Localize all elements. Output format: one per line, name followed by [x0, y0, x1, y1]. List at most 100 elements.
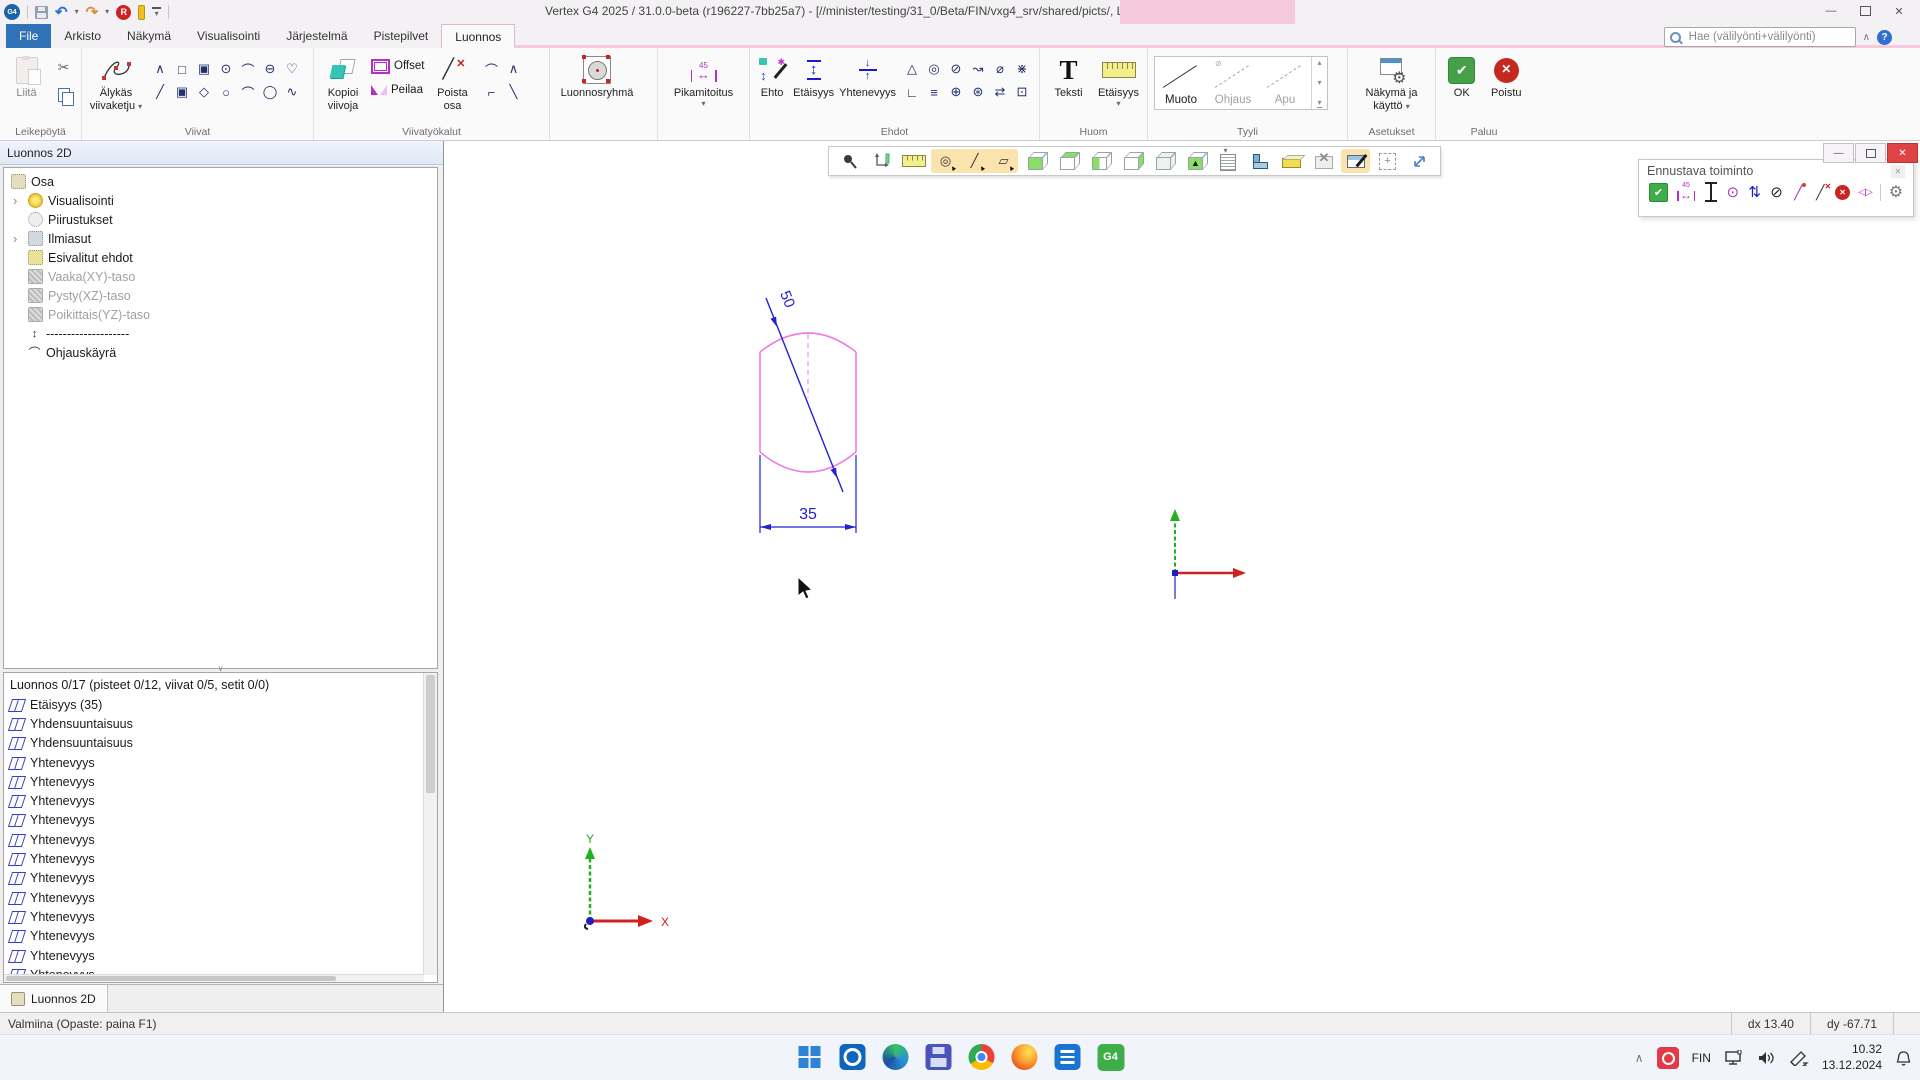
undo-dropdown-icon[interactable]: ▾ [75, 8, 79, 16]
ruler-icon[interactable] [899, 149, 928, 173]
style-guide-item[interactable]: ⊘ Ohjaus [1207, 57, 1259, 109]
view-left-face-icon[interactable] [1085, 149, 1114, 173]
view-settings-button[interactable]: ⚙ Näkymä ja käyttö ▾ [1354, 52, 1429, 112]
tree-item-piirustukset[interactable]: Piirustukset [4, 210, 437, 229]
direction-constraint-icon[interactable]: ↝ [967, 58, 989, 80]
equal-constraint-icon[interactable]: ⇄ [989, 81, 1011, 103]
delete-solid-icon[interactable] [1309, 149, 1338, 173]
language-indicator[interactable]: FIN [1692, 1051, 1711, 1065]
sketch-group-button[interactable]: Luonnosryhmä [556, 52, 638, 100]
arc-3point-icon[interactable]: ⌒ [237, 58, 259, 80]
select-face-icon[interactable]: ▲ [1181, 149, 1210, 173]
solid-slab-icon[interactable] [1277, 149, 1306, 173]
tree-item-visualisointi[interactable]: › Visualisointi [4, 191, 437, 210]
redo-icon[interactable]: ↷ [86, 5, 99, 20]
polygon-icon[interactable]: ◇ [193, 81, 215, 103]
cut-button[interactable]: ✂ [52, 56, 75, 79]
tray-expand-icon[interactable]: ∧ [1635, 1051, 1644, 1065]
constraint-row[interactable]: Yhtenevyys [4, 830, 437, 849]
tangent-constraint-icon[interactable]: ⊘ [945, 58, 967, 80]
style-shape-item[interactable]: Muoto [1155, 57, 1207, 109]
exit-button[interactable]: ✕ Poistu [1487, 52, 1527, 100]
copy-button[interactable] [52, 83, 75, 106]
constraint-row[interactable]: Yhtenevyys [4, 946, 437, 965]
rectangle-center-icon[interactable]: ▣ [171, 81, 193, 103]
predict-stop-icon[interactable]: ✕ [1835, 182, 1850, 202]
offset-button[interactable]: Offset [371, 56, 424, 76]
tree-item-esivalitut-ehdot[interactable]: Esivalitut ehdot [4, 248, 437, 267]
hscroll-thumb[interactable] [6, 976, 336, 981]
fit-view-icon[interactable] [1405, 149, 1434, 173]
scroll-more-icon[interactable]: ▾ [1317, 98, 1321, 108]
view-top-face-icon[interactable] [1053, 149, 1082, 173]
mirror-button[interactable]: Peilaa [371, 80, 424, 100]
tree-item-separator[interactable]: ↕ -------------------- [4, 324, 437, 343]
constraint-row[interactable]: Yhtenevyys [4, 869, 437, 888]
fillet-trim-icon[interactable]: ⌐ [480, 81, 502, 103]
ratio-constraint-icon[interactable]: ⊛ [967, 81, 989, 103]
constraint-row[interactable]: Yhtenevyys [4, 791, 437, 810]
predict-accept-icon[interactable]: ✔ [1649, 182, 1668, 202]
distance-constraint-button[interactable]: ↕ Etäisyys [793, 52, 834, 100]
text-button[interactable]: T Teksti [1046, 52, 1091, 100]
help-icon[interactable]: ? [1877, 30, 1892, 45]
dimension-50-label[interactable]: 50 [776, 288, 798, 310]
constraint-row[interactable]: Yhtenevyys [4, 849, 437, 868]
feature-list-icon[interactable] [1213, 149, 1242, 173]
minimize-button[interactable]: — [1814, 2, 1848, 20]
chamfer-icon[interactable]: ∧ [502, 58, 524, 80]
chamfer-trim-icon[interactable]: ╲ [502, 81, 524, 103]
predict-concentric-icon[interactable]: ⊙ [1726, 182, 1740, 202]
search-input[interactable] [1687, 30, 1850, 44]
taskbar-edge[interactable] [881, 1042, 911, 1072]
closed-spline-icon[interactable]: ♡ [281, 58, 303, 80]
tree-item-xz-plane[interactable]: Pysty(XZ)-taso [4, 286, 437, 305]
sketch-grid-icon[interactable]: + [1373, 149, 1402, 173]
predict-mirror-icon[interactable]: ◁▷ [1858, 182, 1872, 202]
taskbar-chrome[interactable] [967, 1042, 997, 1072]
panel-tab-luonnos2d[interactable]: Luonnos 2D [0, 985, 108, 1012]
constraint-row[interactable]: Yhtenevyys [4, 753, 437, 772]
ok-button[interactable]: ✔ OK [1442, 52, 1482, 100]
split-constraint-icon[interactable]: ⋇ [1011, 58, 1033, 80]
taskbar-vertex-g4[interactable]: G4 [1096, 1042, 1126, 1072]
drawing-canvas[interactable]: — ✕ ◎ ╱ ▱ ▲ [445, 141, 1920, 1012]
expander-icon[interactable]: › [13, 191, 17, 210]
volume-icon[interactable] [1757, 1050, 1776, 1066]
tab-luonnos[interactable]: Luonnos [441, 24, 515, 48]
sketch-geometry[interactable]: 50 35 Y X [445, 141, 1920, 1012]
fix-constraint-icon[interactable]: ⌀ [989, 58, 1011, 80]
tab-jarjestelma[interactable]: Järjestelmä [273, 24, 360, 48]
taskbar-save-app[interactable] [924, 1042, 954, 1072]
snap-point-icon[interactable]: ◎ [931, 149, 960, 173]
coordinate-measure-icon[interactable] [867, 149, 896, 173]
quick-dimension-button[interactable]: 45↔ Pikamitoitus ▾ [664, 52, 743, 108]
circle-center-icon[interactable]: ⊙ [215, 58, 237, 80]
doc-restore-button[interactable] [1855, 143, 1886, 163]
constraint-button[interactable]: ↕✱ Ehto [756, 52, 788, 100]
constraint-list-hscrollbar[interactable] [4, 974, 424, 982]
view-right-face-icon[interactable] [1117, 149, 1146, 173]
constraint-row[interactable]: Yhdensuuntaisuus [4, 714, 437, 733]
snap-edge-icon[interactable]: ╱ [960, 149, 989, 173]
collapse-ribbon-icon[interactable]: ∧ [1863, 32, 1870, 43]
predict-trim-icon[interactable]: ╱ [1813, 182, 1827, 202]
scroll-down-icon[interactable]: ▾ [1317, 78, 1321, 87]
scroll-up-icon[interactable]: ▴ [1317, 58, 1321, 67]
predict-vertical-distance-icon[interactable] [1704, 182, 1718, 202]
view-settings-dropdown-icon[interactable]: ▾ [1406, 102, 1410, 111]
tab-pistepilvet[interactable]: Pistepilvet [361, 24, 442, 48]
taskbar-firefox[interactable] [1010, 1042, 1040, 1072]
start-button[interactable] [795, 1042, 825, 1072]
spline-icon[interactable]: ∿ [281, 81, 303, 103]
style-aux-item[interactable]: Apu [1259, 57, 1311, 109]
pen-input-icon[interactable] [1789, 1050, 1809, 1066]
snap-face-icon[interactable]: ▱ [989, 149, 1018, 173]
save-icon[interactable] [35, 6, 48, 19]
perpendicular-constraint-icon[interactable]: ∟ [901, 81, 923, 103]
measure-distance-button[interactable]: Etäisyys ▾ [1096, 52, 1141, 108]
arc-icon[interactable]: ⌒ [237, 81, 259, 103]
maximize-button[interactable] [1848, 2, 1882, 20]
network-icon[interactable] [1724, 1050, 1744, 1067]
tree-item-osa[interactable]: Osa [4, 172, 437, 191]
